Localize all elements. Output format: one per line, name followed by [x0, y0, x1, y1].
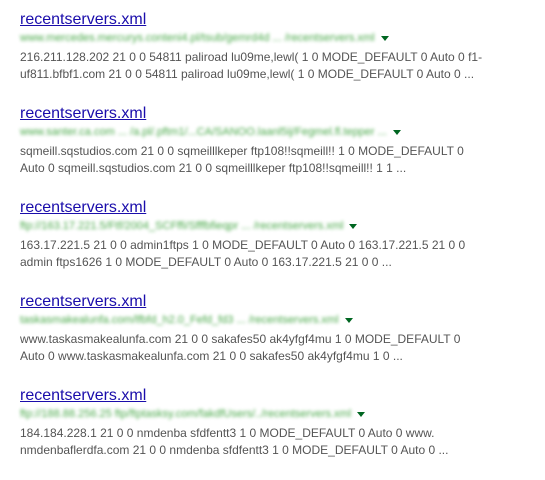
result-snippet: 163.17.221.5 21 0 0 admin1ftps 1 0 MODE_…: [20, 237, 530, 271]
snippet-line: sqmeill.sqstudios.com 21 0 0 sqmeilllkep…: [20, 144, 464, 158]
snippet-line: 184.184.228.1 21 0 0 nmdenba sfdfentt3 1…: [20, 426, 435, 440]
search-result: recentservers.xml www.santer.ca.com ... …: [20, 104, 530, 198]
result-url: www.santer.ca.com ... /a.pl/.pftm1/...CA…: [20, 126, 387, 138]
snippet-line: www.taskasmakealunfa.com 21 0 0 sakafes5…: [20, 332, 461, 346]
snippet-line: uf811.bfbf1.com 21 0 0 54811 paliroad lu…: [20, 67, 475, 81]
search-result: recentservers.xml taskasmakealunfa.com/l…: [20, 292, 530, 386]
result-url: www.mercedes.mercurys.conteni4.pl/tsub/g…: [20, 32, 375, 44]
result-title-link[interactable]: recentservers.xml: [20, 10, 530, 30]
result-url-row: ftp://188.88.256.25 ftp/ftptasksy.com/fa…: [20, 406, 530, 422]
result-url-row: taskasmakealunfa.com/lfbfd_h2.0_Fefd_fd3…: [20, 312, 530, 328]
url-menu-arrow-icon[interactable]: [357, 411, 366, 417]
snippet-line: Auto 0 www.taskasmakealunfa.com 21 0 0 s…: [20, 349, 403, 363]
result-url-row: www.mercedes.mercurys.conteni4.pl/tsub/g…: [20, 30, 530, 46]
result-title-link[interactable]: recentservers.xml: [20, 386, 530, 406]
result-url: ftp://163.17.221.5/Ftf/2004_SCFffi/Sfffb…: [20, 220, 344, 232]
snippet-line: 163.17.221.5 21 0 0 admin1ftps 1 0 MODE_…: [20, 238, 466, 252]
url-menu-arrow-icon[interactable]: [344, 317, 353, 323]
snippet-line: Auto 0 sqmeill.sqstudios.com 21 0 0 sqme…: [20, 161, 407, 175]
search-result: recentservers.xml ftp://163.17.221.5/Ftf…: [20, 198, 530, 292]
result-url: taskasmakealunfa.com/lfbfd_h2.0_Fefd_fd3…: [20, 314, 339, 326]
url-menu-arrow-icon[interactable]: [380, 35, 389, 41]
result-snippet: www.taskasmakealunfa.com 21 0 0 sakafes5…: [20, 331, 530, 365]
result-title-link[interactable]: recentservers.xml: [20, 198, 530, 218]
url-menu-arrow-icon[interactable]: [392, 129, 401, 135]
url-menu-arrow-icon[interactable]: [349, 223, 358, 229]
result-title-link[interactable]: recentservers.xml: [20, 104, 530, 124]
result-url-row: ftp://163.17.221.5/Ftf/2004_SCFffi/Sfffb…: [20, 218, 530, 234]
snippet-line: nmdenbaflerdfa.com 21 0 0 nmdenba sfdfen…: [20, 443, 449, 457]
snippet-line: 216.211.128.202 21 0 0 54811 paliroad lu…: [20, 50, 483, 64]
search-result: recentservers.xml ftp://188.88.256.25 ft…: [20, 386, 530, 480]
result-url: ftp://188.88.256.25 ftp/ftptasksy.com/fa…: [20, 408, 352, 420]
result-snippet: 184.184.228.1 21 0 0 nmdenba sfdfentt3 1…: [20, 425, 530, 459]
result-url-row: www.santer.ca.com ... /a.pl/.pftm1/...CA…: [20, 124, 530, 140]
result-snippet: 216.211.128.202 21 0 0 54811 paliroad lu…: [20, 49, 530, 83]
search-results: recentservers.xml www.mercedes.mercurys.…: [20, 10, 530, 480]
result-snippet: sqmeill.sqstudios.com 21 0 0 sqmeilllkep…: [20, 143, 530, 177]
snippet-line: admin ftps1626 1 0 MODE_DEFAULT 0 Auto 0…: [20, 255, 392, 269]
result-title-link[interactable]: recentservers.xml: [20, 292, 530, 312]
search-result: recentservers.xml www.mercedes.mercurys.…: [20, 10, 530, 104]
